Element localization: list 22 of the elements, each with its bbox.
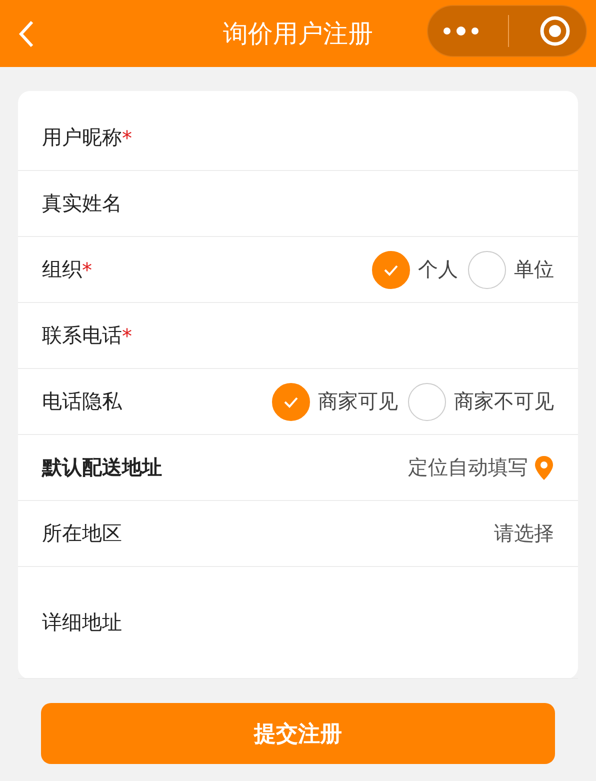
more-icon[interactable]	[442, 26, 479, 36]
field-label: 默认配送地址	[42, 454, 162, 481]
field-label: 用户昵称	[42, 124, 122, 151]
required-mark: *	[82, 258, 92, 282]
page-title: 询价用户注册	[223, 18, 373, 50]
field-label: 联系电话	[42, 322, 122, 349]
locate-link[interactable]: 定位自动填写	[408, 454, 528, 481]
field-label: 所在地区	[42, 520, 122, 547]
radio-option[interactable]: 商家不可见	[408, 382, 554, 420]
radio-option[interactable]: 单位	[468, 250, 554, 288]
required-mark: *	[122, 324, 132, 348]
required-mark: *	[122, 126, 132, 150]
field-label: 真实姓名	[42, 190, 122, 217]
field-label: 组织	[42, 256, 82, 283]
close-icon[interactable]	[539, 15, 572, 47]
region-select[interactable]: 请选择	[494, 520, 554, 547]
radio-option[interactable]: 商家可见	[272, 382, 398, 420]
field-label: 电话隐私	[42, 388, 122, 415]
radio-option[interactable]: 个人	[372, 250, 458, 288]
back-icon[interactable]	[18, 20, 34, 48]
field-label: 详细地址	[42, 609, 122, 636]
location-pin-icon[interactable]	[534, 454, 554, 480]
